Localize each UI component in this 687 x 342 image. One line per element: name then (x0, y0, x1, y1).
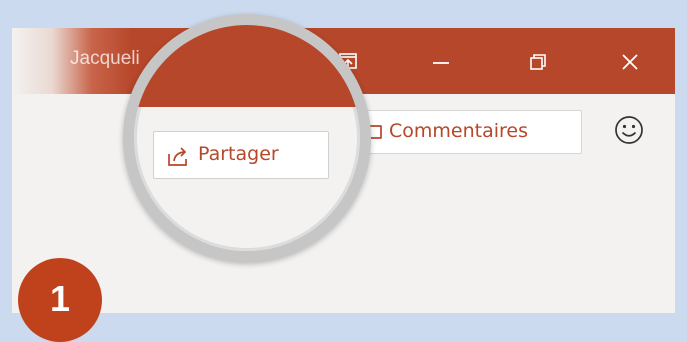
smiley-icon[interactable] (613, 114, 645, 146)
magnified-title-bar (134, 25, 360, 107)
comments-label: Commentaires (389, 120, 528, 142)
magnifier-lens: Partager (123, 14, 371, 262)
share-label: Partager (198, 143, 279, 165)
close-button[interactable] (614, 46, 646, 78)
restore-button[interactable] (522, 46, 554, 78)
minimize-icon (433, 62, 449, 64)
minimize-button[interactable] (425, 46, 457, 78)
account-name[interactable]: Jacqueli (70, 48, 140, 70)
share-button[interactable]: Partager (153, 131, 329, 179)
step-number-badge: 1 (18, 258, 102, 342)
close-icon (622, 54, 638, 70)
restore-icon (530, 54, 546, 70)
share-icon (168, 147, 187, 166)
comments-button[interactable]: Commentaires (346, 110, 582, 154)
screenshot-stage: Jacqueli Commentaires Partager 1 (0, 0, 687, 342)
step-number: 1 (49, 278, 71, 319)
